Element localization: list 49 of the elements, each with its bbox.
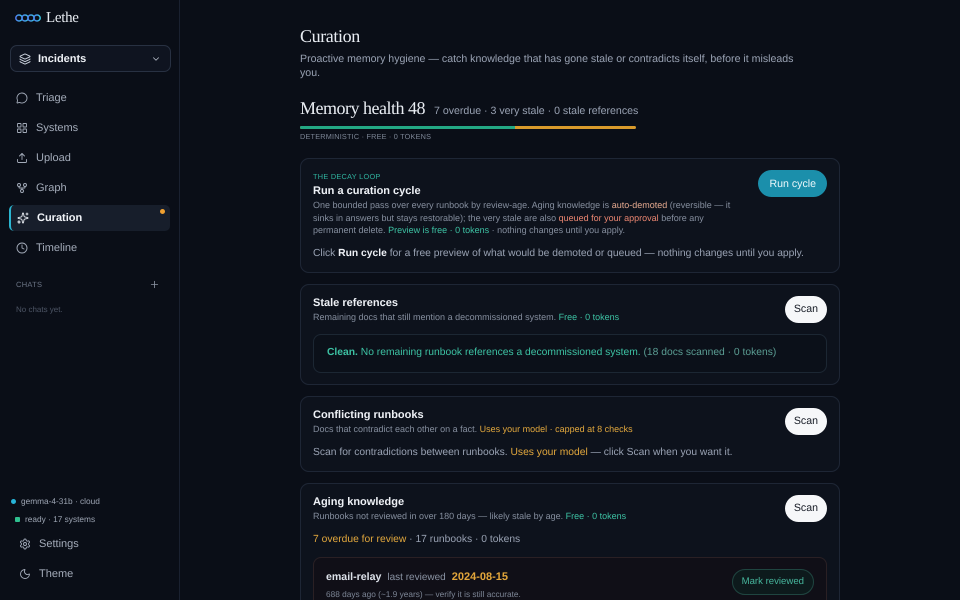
workspace-dropdown[interactable]: Incidents: [10, 45, 171, 72]
runbook-name: email-relay: [326, 570, 382, 584]
nav-item[interactable]: Graph: [9, 175, 170, 201]
upload-icon: [16, 152, 28, 164]
layers-icon: [19, 52, 31, 64]
node-graph-icon: [16, 182, 28, 194]
nav-item[interactable]: Triage: [9, 85, 170, 111]
health-title: Memory health 48: [300, 97, 425, 119]
card-description: One bounded pass over every runbook by review-age. Aging knowledge is auto-demoted (reversible — it sinks in answers but stays restorable); the very stale are also queued for your approval before any permanent delete. Preview is free · 0 tokens · nothing changes until you apply.: [313, 199, 732, 236]
card-title: Aging knowledge: [313, 494, 406, 508]
logo-icon: [15, 14, 41, 22]
clock-icon: [16, 242, 28, 254]
nav-item[interactable]: Systems: [9, 115, 170, 141]
page-subtitle: Proactive memory hygiene — catch knowledge that has gone stale or contradicts itself, before it misleads you.: [300, 52, 794, 80]
card-title: Conflicting runbooks: [313, 408, 425, 422]
scan-result: Clean. No remaining runbook references a decommissioned system. (18 docs scanned · 0 tokens): [313, 334, 827, 372]
review-date: 2024-08-15: [452, 570, 508, 584]
sidebar-footer-item[interactable]: Settings: [9, 531, 170, 557]
status-text: gemma-4-31b · cloud: [21, 496, 100, 506]
card-body-text: Scan for contradictions between runbooks. Uses your model — click Scan when you want it.: [313, 446, 734, 460]
card-description: Docs that contradict each other on a fact. Uses your model · capped at 8 checks: [313, 423, 634, 436]
nav-item[interactable]: Upload: [9, 145, 170, 171]
moon-icon: [19, 568, 31, 580]
grid-icon: [16, 122, 28, 134]
plus-icon: [149, 278, 160, 290]
nav-item[interactable]: Curation: [9, 205, 170, 231]
sidebar-footer-item[interactable]: Theme: [9, 561, 170, 587]
mark-reviewed-button[interactable]: Mark reviewed: [732, 568, 814, 594]
chat-bubble-icon: [16, 92, 28, 104]
status-text: ready · 17 systems: [25, 514, 96, 524]
scan-button[interactable]: Scan: [784, 408, 827, 434]
nav-item[interactable]: Timeline: [9, 235, 170, 261]
card-description: Remaining docs that still mention a decommissioned system. Free · 0 tokens: [313, 311, 620, 324]
card-body-text: Click Run cycle for a free preview of what would be demoted or queued — nothing changes until you apply.: [313, 246, 805, 260]
card-description: Runbooks not reviewed in over 180 days — likely stale by age. Free · 0 tokens: [313, 510, 628, 522]
settings-icon: [19, 538, 31, 550]
scan-button[interactable]: Scan: [784, 494, 827, 522]
card-title: Stale references: [313, 296, 399, 310]
add-chat-button[interactable]: [149, 278, 160, 290]
review-label: last reviewed: [387, 570, 446, 584]
brand-name: Lethe: [46, 10, 79, 26]
page-title: Curation: [300, 25, 361, 47]
runbook-detail: 688 days ago (~1.9 years) — verify it is still accurate.: [326, 588, 521, 598]
health-summary: 7 overdue · 3 very stale · 0 stale references: [434, 105, 638, 117]
scan-button[interactable]: Scan: [784, 296, 827, 322]
card-body-text: 7 overdue for review · 17 runbooks · 0 tokens: [313, 532, 522, 546]
sparkles-icon: [17, 212, 29, 224]
empty-chats-text: No chats yet.: [16, 304, 63, 316]
card-title: Run a curation cycle: [313, 184, 422, 198]
